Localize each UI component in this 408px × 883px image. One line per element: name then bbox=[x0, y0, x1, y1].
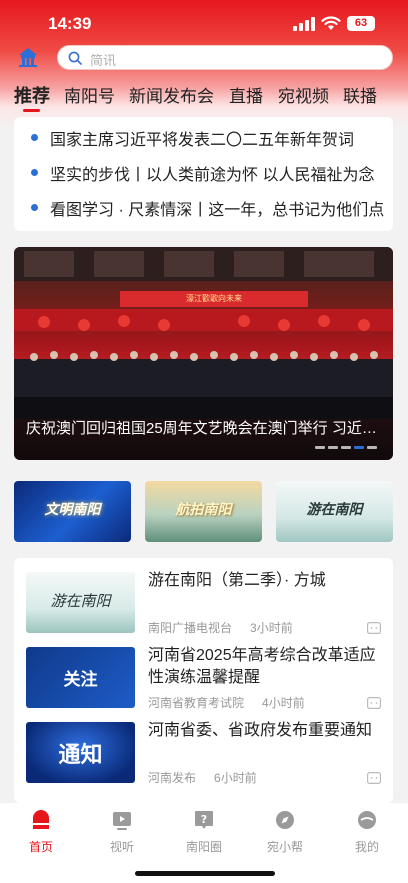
carousel-dot bbox=[315, 446, 325, 449]
tabbar-label: 宛小帮 bbox=[266, 840, 303, 854]
question-icon: ? bbox=[195, 811, 213, 829]
headline-text: 国家主席习近平将发表二〇二五年新年贺词 bbox=[50, 132, 355, 149]
tabbar-nanyang-circle[interactable]: ? 南阳圈 bbox=[174, 809, 234, 855]
profile-icon bbox=[358, 811, 376, 829]
tabbar-audiovisual[interactable]: 视听 bbox=[92, 809, 152, 855]
tabbar-wan-helper[interactable]: 宛小帮 bbox=[255, 809, 315, 855]
bullet-dot bbox=[31, 204, 38, 211]
headline-item[interactable]: 坚实的步伐丨以人类前途为怀 以人民福祉为念 bbox=[14, 158, 393, 188]
carousel-dot bbox=[341, 446, 351, 449]
tab-wan-video[interactable]: 宛视频 bbox=[278, 82, 329, 107]
banner-stage-sign: 濠江歡歌向未来 bbox=[120, 291, 308, 307]
search-input[interactable]: 简讯 bbox=[57, 45, 393, 70]
feature-thumb-aerial[interactable]: 航拍南阳 bbox=[145, 481, 262, 542]
tab-live[interactable]: 直播 bbox=[229, 82, 263, 107]
feed-title: 河南省2025年高考综合改革适应性演练温馨提醒 bbox=[148, 647, 376, 686]
compass-icon bbox=[276, 811, 294, 829]
feed-thumbnail: 通知 bbox=[26, 722, 135, 783]
bullet-dot bbox=[31, 169, 38, 176]
status-time: 14:39 bbox=[48, 14, 92, 33]
feed-thumbnail: 关注 bbox=[26, 647, 135, 708]
feed-title: 游在南阳（第二季）· 方城 bbox=[148, 572, 326, 589]
banner-carousel[interactable]: 濠江歡歌向未来 庆祝澳门回归祖国25周年文艺晚会在澳门举行 习近平出席 bbox=[14, 247, 393, 460]
tabbar-label: 南阳圈 bbox=[185, 840, 222, 854]
feed-thumbnail-text: 通知 bbox=[58, 742, 103, 767]
wifi-icon bbox=[321, 16, 341, 30]
feed-source: 河南发布 bbox=[148, 771, 197, 785]
tabbar-home[interactable]: 首页 bbox=[11, 809, 71, 855]
search-icon bbox=[68, 51, 82, 65]
carousel-page-indicator bbox=[315, 446, 381, 450]
tabbar-label: 视听 bbox=[109, 840, 134, 854]
tab-recommend[interactable]: 推荐 bbox=[14, 82, 50, 108]
feed-item[interactable]: 关注 河南省2025年高考综合改革适应性演练温馨提醒 河南省教育考试院 4小时前 bbox=[14, 633, 393, 710]
tab-nanyang-hao[interactable]: 南阳号 bbox=[64, 82, 115, 107]
headline-text: 坚实的步伐丨以人类前途为怀 以人民福祉为念 bbox=[50, 167, 375, 184]
feed-item[interactable]: 通知 河南省委、省政府发布重要通知 河南发布 6小时前 bbox=[14, 708, 393, 786]
cellular-signal-icon bbox=[293, 17, 315, 31]
channel-tabs: 推荐 南阳号 新闻发布会 直播 宛视频 联播 bbox=[0, 82, 408, 112]
feature-thumb-title: 文明南阳 bbox=[44, 501, 101, 517]
comment-icon[interactable] bbox=[367, 772, 381, 784]
search-placeholder: 简讯 bbox=[90, 53, 117, 68]
bullet-dot bbox=[31, 134, 38, 141]
tab-press-conference[interactable]: 新闻发布会 bbox=[129, 82, 214, 107]
news-feed: 游在南阳 游在南阳（第二季）· 方城 南阳广播电视台 3小时前 关注 河南省202… bbox=[14, 558, 393, 803]
tabbar-label: 首页 bbox=[28, 840, 53, 854]
headline-item[interactable]: 国家主席习近平将发表二〇二五年新年贺词 bbox=[14, 123, 393, 153]
headline-item[interactable]: 看图学习 · 尺素情深丨这一年，总书记为他们点 bbox=[14, 193, 393, 223]
feed-thumbnail-text: 关注 bbox=[63, 670, 98, 689]
headline-text: 看图学习 · 尺素情深丨这一年，总书记为他们点 bbox=[50, 202, 385, 219]
feed-meta: 河南发布 6小时前 bbox=[148, 769, 257, 786]
status-bar: 14:39 63 bbox=[0, 0, 408, 46]
carousel-dot-active bbox=[354, 446, 364, 449]
app-logo-icon[interactable] bbox=[17, 46, 39, 68]
banner-caption: 庆祝澳门回归祖国25周年文艺晚会在澳门举行 习近平出席 bbox=[26, 420, 378, 437]
feed-title: 河南省委、省政府发布重要通知 bbox=[148, 722, 373, 739]
battery-indicator: 63 bbox=[347, 16, 375, 31]
tabbar-profile[interactable]: 我的 bbox=[337, 809, 397, 855]
feed-thumbnail-text: 游在南阳 bbox=[50, 592, 111, 610]
carousel-dot bbox=[328, 446, 338, 449]
feature-thumb-title: 航拍南阳 bbox=[175, 501, 232, 517]
home-icon bbox=[33, 810, 49, 829]
active-tab-indicator bbox=[23, 109, 40, 112]
feed-thumbnail: 游在南阳 bbox=[26, 572, 135, 633]
feature-thumb-travel[interactable]: 游在南阳 bbox=[276, 481, 393, 542]
feature-thumb-title: 游在南阳 bbox=[306, 502, 363, 518]
feed-item[interactable]: 游在南阳 游在南阳（第二季）· 方城 南阳广播电视台 3小时前 bbox=[14, 558, 393, 635]
play-icon bbox=[113, 812, 131, 830]
home-indicator bbox=[135, 871, 275, 876]
tabbar-label: 我的 bbox=[354, 840, 379, 854]
tab-broadcast[interactable]: 联播 bbox=[343, 82, 377, 107]
feature-thumb-civilization[interactable]: 文明南阳 bbox=[14, 481, 131, 542]
carousel-dot bbox=[367, 446, 377, 449]
feed-time: 6小时前 bbox=[214, 771, 257, 785]
svg-text:?: ? bbox=[201, 813, 207, 826]
headline-list: 国家主席习近平将发表二〇二五年新年贺词 坚实的步伐丨以人类前途为怀 以人民福祉为… bbox=[14, 117, 393, 231]
